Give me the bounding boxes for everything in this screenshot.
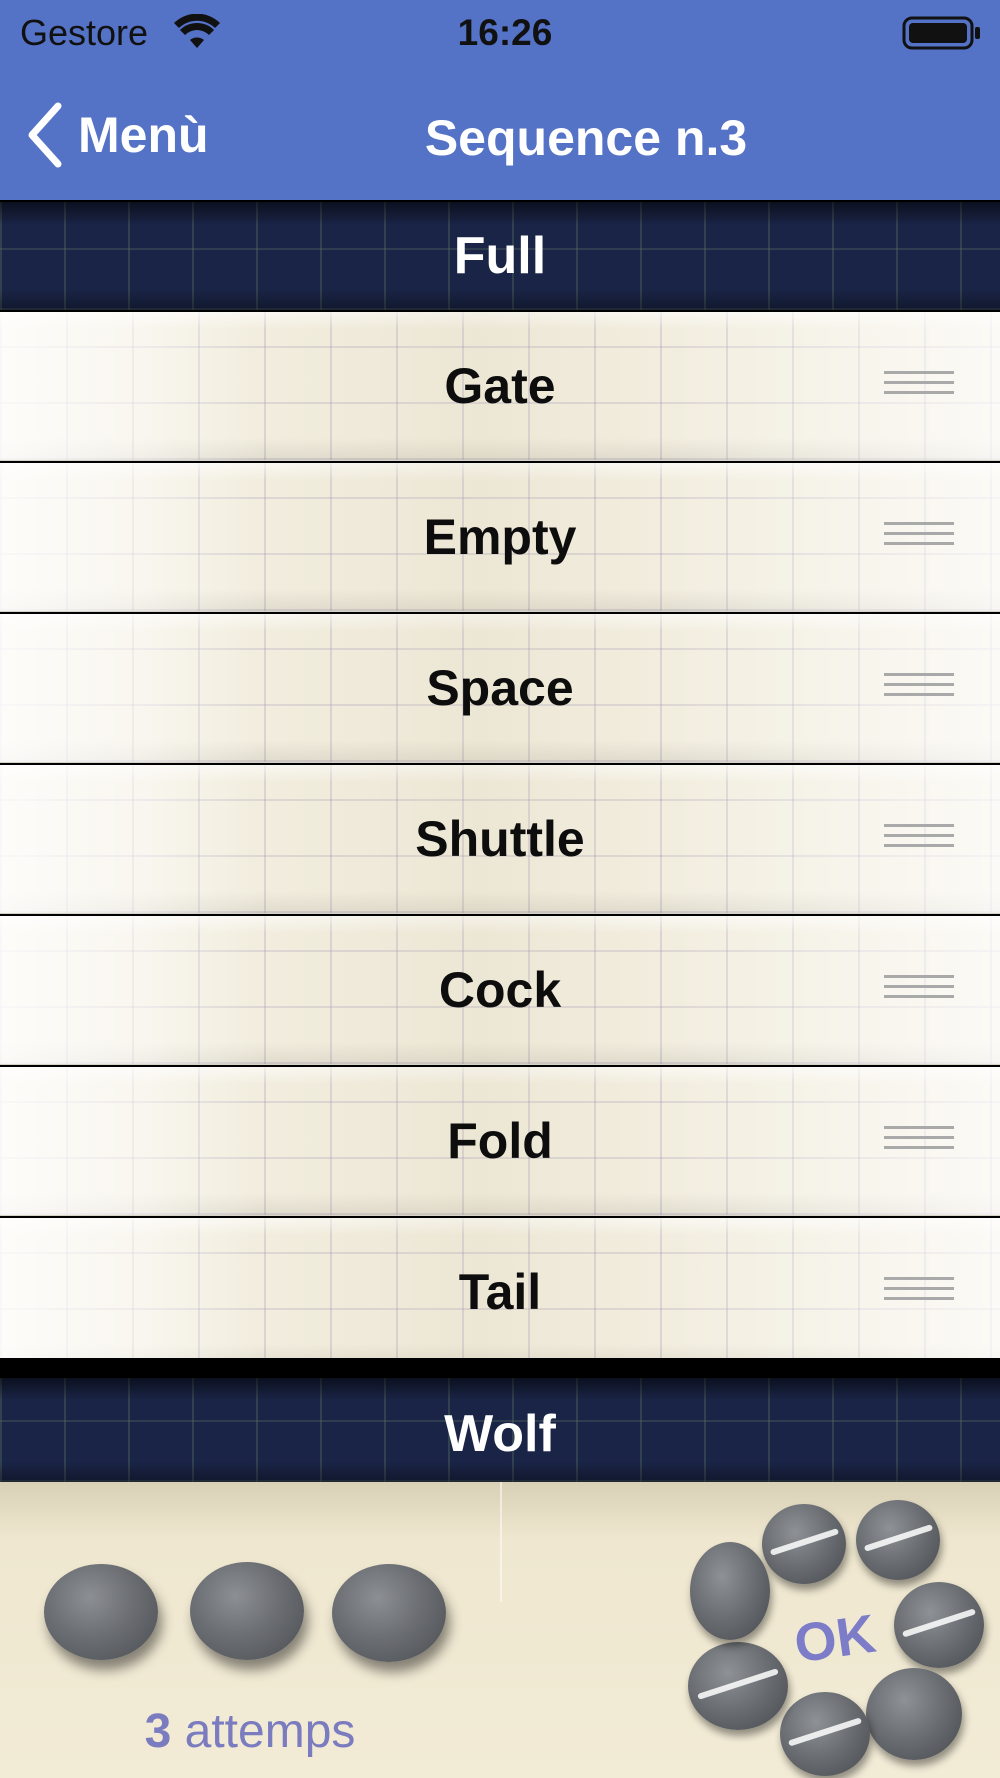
page-title: Sequence n.3 [424,110,748,166]
top-bar: Gestore 16:26 Menù Sequence n.3 [0,0,1000,200]
ok-label: OK [790,1603,880,1675]
attempt-stone-icon [332,1564,446,1662]
bottom-panel: 3 attemps OK [0,1482,1000,1778]
drag-handle-icon[interactable] [884,522,954,552]
word-label: Gate [444,358,556,414]
word-label: Shuttle [415,811,585,867]
battery-icon [902,16,980,50]
divider [0,1358,1000,1378]
word-label: Space [426,660,574,716]
stone-icon [688,1642,788,1730]
attempts-count: 3 [144,1705,172,1758]
stone-icon [690,1542,770,1640]
drag-handle-icon[interactable] [884,1277,954,1307]
panel-divider [500,1482,502,1602]
list-item[interactable]: Space [0,614,1000,763]
status-bar: Gestore 16:26 [0,0,1000,70]
stone-icon [762,1504,846,1584]
ok-button[interactable]: OK [680,1496,990,1778]
attempts-counter: 3 attemps [0,1704,500,1759]
attempt-stone-icon [44,1564,158,1660]
clock: 16:26 [457,12,553,53]
word-label: Empty [423,509,577,565]
drag-handle-icon[interactable] [884,975,954,1005]
list-item[interactable]: Empty [0,463,1000,612]
end-word-footer: Wolf [0,1378,1000,1482]
word-label: Cock [438,962,562,1018]
list-item[interactable]: Shuttle [0,765,1000,914]
stone-icon [866,1668,962,1760]
list-item[interactable]: Tail [0,1218,1000,1367]
word-label: Tail [458,1264,542,1320]
navigation-bar: Menù Sequence n.3 [0,72,1000,200]
list-item[interactable]: Fold [0,1067,1000,1216]
word-label: Fold [447,1113,553,1169]
drag-handle-icon[interactable] [884,673,954,703]
start-word-header: Full [0,202,1000,310]
list-item[interactable]: Cock [0,916,1000,1065]
attempts-label: attemps [184,1705,356,1758]
stone-icon [894,1582,984,1668]
word-list: Gate Empty Space Shuttle Cock Fold Tail [0,312,1000,1369]
attempt-stone-icon [190,1562,304,1660]
list-item[interactable]: Gate [0,312,1000,461]
drag-handle-icon[interactable] [884,1126,954,1156]
drag-handle-icon[interactable] [884,824,954,854]
drag-handle-icon[interactable] [884,371,954,401]
stone-icon [856,1500,940,1580]
stone-icon [780,1692,870,1776]
